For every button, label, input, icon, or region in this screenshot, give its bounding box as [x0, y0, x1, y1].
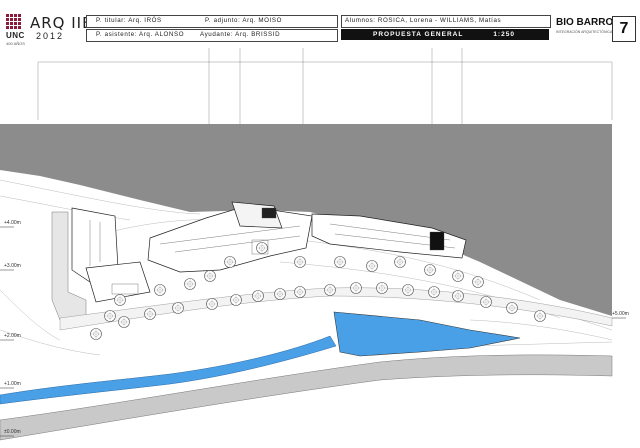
- tree-symbol-icon: [206, 298, 218, 310]
- level-label-1: +1.00m: [4, 381, 21, 387]
- tree-symbol-icon: [402, 284, 414, 296]
- site-plan: [0, 48, 626, 441]
- level-label-0: ±0.00m: [4, 429, 21, 435]
- tree-symbol-icon: [104, 310, 116, 322]
- level-label-4: +4.00m: [4, 220, 21, 226]
- tree-symbol-icon: [534, 310, 546, 322]
- tree-symbol-icon: [90, 328, 102, 340]
- tree-symbol-icon: [114, 294, 126, 306]
- tree-symbol-icon: [334, 256, 346, 268]
- tree-symbol-icon: [452, 290, 464, 302]
- tree-symbol-icon: [118, 316, 130, 328]
- level-label-2: +2.00m: [4, 333, 21, 339]
- tree-symbol-icon: [230, 294, 242, 306]
- tree-symbol-icon: [506, 302, 518, 314]
- tree-symbol-icon: [324, 284, 336, 296]
- level-label-right: +5.00m: [612, 311, 629, 317]
- tree-symbol-icon: [154, 284, 166, 296]
- tree-symbol-icon: [472, 276, 484, 288]
- tree-symbol-icon: [294, 286, 306, 298]
- tree-symbol-icon: [252, 290, 264, 302]
- drawing-sheet: UNC 400 AÑOS ARQ IIB 2012 P. titular: Ar…: [0, 0, 640, 448]
- tree-symbol-icon: [394, 256, 406, 268]
- tree-symbol-icon: [294, 256, 306, 268]
- tree-symbol-icon: [204, 270, 216, 282]
- tree-symbol-icon: [480, 296, 492, 308]
- tree-symbol-icon: [452, 270, 464, 282]
- riverside-road: [0, 354, 613, 441]
- tree-symbol-icon: [256, 242, 268, 254]
- tree-symbol-icon: [224, 256, 236, 268]
- tree-symbol-icon: [376, 282, 388, 294]
- tree-symbol-icon: [172, 302, 184, 314]
- tree-symbol-icon: [424, 264, 436, 276]
- level-label-3: +3.00m: [4, 263, 21, 269]
- tree-symbol-icon: [184, 278, 196, 290]
- tree-symbol-icon: [350, 282, 362, 294]
- tree-symbol-icon: [428, 286, 440, 298]
- tree-symbol-icon: [144, 308, 156, 320]
- tree-symbol-icon: [366, 260, 378, 272]
- tree-symbol-icon: [274, 288, 286, 300]
- pond: [333, 311, 521, 357]
